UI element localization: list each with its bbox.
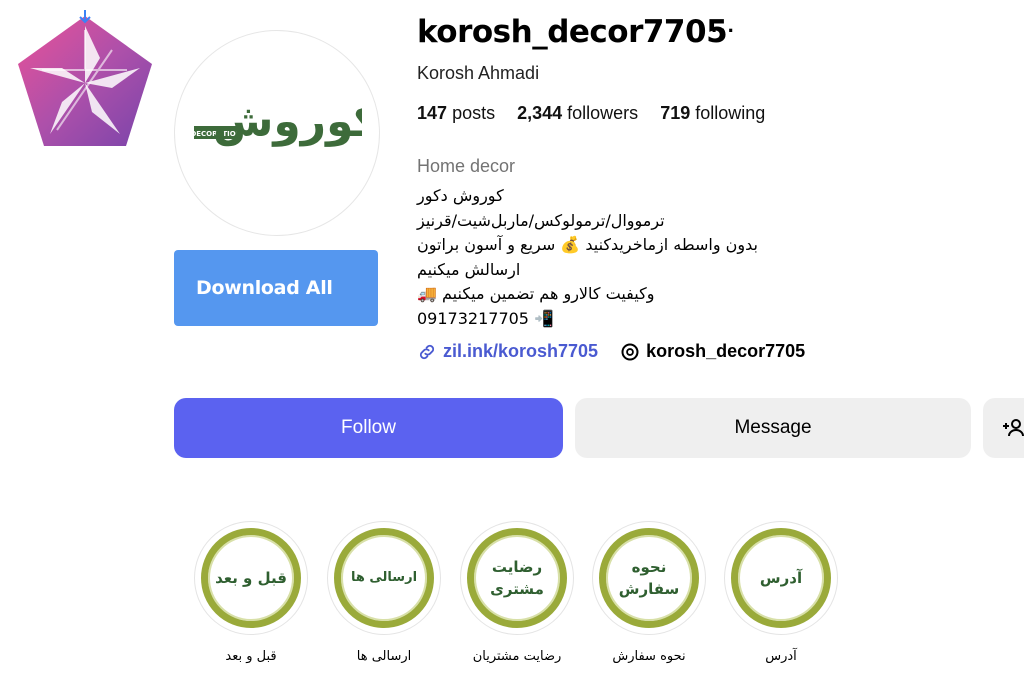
highlight-ring: آدرس xyxy=(724,521,838,635)
highlight-cover-text: ارسالی ها xyxy=(334,528,434,628)
highlight-address[interactable]: آدرس آدرس xyxy=(721,521,841,664)
link-icon xyxy=(419,344,435,359)
following-count[interactable]: 719 following xyxy=(660,103,765,124)
brand-logo: DECORATION کوروش xyxy=(192,98,362,147)
svg-text:کوروش: کوروش xyxy=(213,98,362,147)
bio-line: ترمووال/ترمولوکس/ماربل‌شیت/قرنیز xyxy=(417,210,665,230)
profile-bio: کوروش دکور ترمووال/ترمولوکس/ماربل‌شیت/قر… xyxy=(417,184,837,331)
bio-line: وکیفیت کالارو هم تضمین میکنیم 🚚 xyxy=(417,284,655,303)
highlight-label: ارسالی ها xyxy=(356,649,412,664)
bio-phone: 09173217705 📲 xyxy=(417,308,554,328)
highlight-ring: ارسالی ها xyxy=(327,521,441,635)
highlight-ring: رضایت مشتری xyxy=(460,521,574,635)
bio-line: بدون واسطه ازماخریدکنید 💰 سریع و آسون بر… xyxy=(417,235,758,254)
highlight-customer-satisfaction[interactable]: رضایت مشتری رضایت مشتریان xyxy=(457,521,577,664)
highlight-before-after[interactable]: قبل و بعد قبل و بعد xyxy=(191,521,311,664)
threads-icon xyxy=(621,343,639,360)
profile-stats: 147 posts 2,344 followers 719 following xyxy=(417,103,765,124)
posts-count: 147 posts xyxy=(417,103,496,123)
followers-count[interactable]: 2,344 followers xyxy=(517,103,638,124)
profile-links: zil.ink/korosh7705 korosh_decor7705 xyxy=(417,341,805,362)
highlight-label: رضایت مشتریان xyxy=(472,649,562,664)
external-link[interactable]: zil.ink/korosh7705 xyxy=(417,341,598,362)
add-user-icon xyxy=(1003,419,1024,437)
profile-avatar[interactable]: DECORATION کوروش xyxy=(174,30,380,236)
download-all-button[interactable]: Download All xyxy=(174,250,378,326)
highlight-shipments[interactable]: ارسالی ها ارسالی ها xyxy=(324,521,444,664)
highlight-cover-text: نحوه سفارش xyxy=(599,528,699,628)
highlight-label: آدرس xyxy=(765,649,797,664)
threads-link[interactable]: korosh_decor7705 xyxy=(620,341,805,362)
highlight-ring: قبل و بعد xyxy=(194,521,308,635)
highlight-cover-text: رضایت مشتری xyxy=(467,528,567,628)
highlight-label: نحوه سفارش xyxy=(612,649,686,664)
profile-username: korosh_decor7705 xyxy=(417,14,728,50)
ellipsis-icon[interactable]: ··· xyxy=(711,18,736,44)
follow-button[interactable]: Follow xyxy=(174,398,563,458)
add-user-button[interactable] xyxy=(983,398,1024,458)
extension-logo xyxy=(12,10,158,156)
profile-category: Home decor xyxy=(417,156,516,176)
highlight-order-method[interactable]: نحوه سفارش نحوه سفارش xyxy=(589,521,709,664)
highlight-label: قبل و بعد xyxy=(225,649,277,664)
bio-line: کوروش دکور xyxy=(417,186,504,205)
highlight-ring: نحوه سفارش xyxy=(592,521,706,635)
highlight-cover-text: قبل و بعد xyxy=(201,528,301,628)
highlight-cover-text: آدرس xyxy=(731,528,831,628)
bio-line: ارسالش میکنیم xyxy=(417,259,521,279)
profile-full-name: Korosh Ahmadi xyxy=(417,63,540,83)
message-button[interactable]: Message xyxy=(575,398,971,458)
